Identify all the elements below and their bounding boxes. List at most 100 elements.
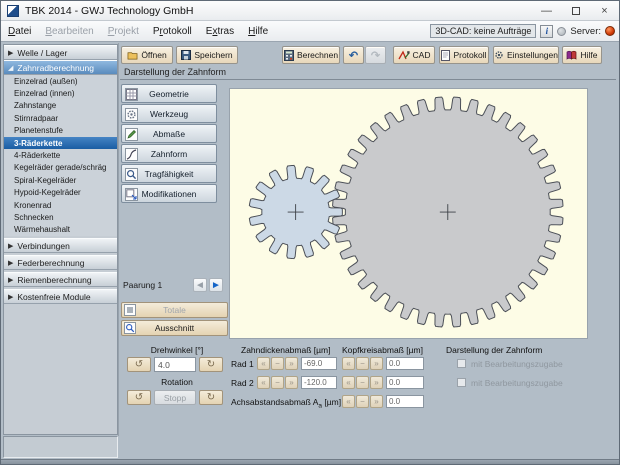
sidebar-item-kegelraeder[interactable]: Kegelräder gerade/schräg	[4, 162, 117, 174]
sidebar-item-4-raederkette[interactable]: 4-Räderkette	[4, 149, 117, 161]
achsabstand-input[interactable]	[386, 395, 424, 408]
modify-icon	[125, 188, 138, 201]
sidebar-item-zahnstange[interactable]: Zahnstange	[4, 100, 117, 112]
menu-bar: Datei Bearbeiten Projekt Pr otokoll Ex tra…	[1, 21, 619, 42]
reset-button[interactable]: −	[356, 376, 369, 389]
decrement-fast-button[interactable]: «	[342, 376, 355, 389]
rad2-zahndicke-spinner: « − »	[257, 376, 298, 389]
calculate-button[interactable]: Berechnen	[282, 46, 340, 64]
cad-status-box: 3D-CAD: keine Aufträge	[430, 24, 537, 38]
rad1-zahndicke-input[interactable]	[301, 357, 337, 370]
chevron-expanded-icon: ◢	[8, 64, 14, 72]
rotation-ccw-button[interactable]: ↺	[127, 390, 151, 405]
gear-icon	[495, 51, 503, 59]
tab-werkzeug[interactable]: Werkzeug	[121, 104, 217, 123]
menu-hilfe[interactable]: Hilfe	[241, 21, 275, 41]
sidebar-item-stirnradpaar[interactable]: Stirnradpaar	[4, 112, 117, 124]
rotation-cw-button[interactable]: ↻	[199, 390, 223, 405]
drehwinkel-input[interactable]	[154, 357, 196, 372]
calculator-icon	[283, 49, 294, 61]
menu-datei[interactable]: Datei	[1, 21, 38, 41]
decrement-fast-button[interactable]: «	[342, 395, 355, 408]
kopfkreis-header: Kopfkreisabmaß [µm]	[342, 345, 423, 355]
sidebar-item-planetenstufe[interactable]: Planetenstufe	[4, 125, 117, 137]
decrement-fast-button[interactable]: «	[257, 376, 270, 389]
rad2-kopfkreis-spinner: « − »	[342, 376, 383, 389]
title-bar: TBK 2014 - GWJ Technology GmbH — ×	[1, 1, 619, 21]
tool-gear-icon	[125, 108, 138, 121]
achsabstand-label: Achsabstandsabmaß Aa [µm]	[231, 397, 342, 410]
decrement-fast-button[interactable]: «	[342, 357, 355, 370]
sidebar-group-verbindungen[interactable]: ▶ Verbindungen	[4, 238, 117, 254]
maximize-icon	[571, 6, 580, 15]
minimize-button[interactable]: —	[532, 1, 561, 20]
sidebar-item-einzelrad-innen[interactable]: Einzelrad (innen)	[4, 87, 117, 99]
tab-tragfaehigkeit[interactable]: Tragfähigkeit	[121, 164, 217, 183]
increment-fast-button[interactable]: »	[370, 357, 383, 370]
sidebar-item-waermehaushalt[interactable]: Wärmehaushalt	[4, 224, 117, 236]
rotate-ccw-button[interactable]: ↺	[127, 357, 151, 372]
rad2-kopfkreis-input[interactable]	[386, 376, 424, 389]
decrement-fast-button[interactable]: «	[257, 357, 270, 370]
protokoll-button[interactable]: Protokoll	[439, 46, 489, 64]
reset-button[interactable]: −	[356, 395, 369, 408]
window-bottom-edge	[1, 459, 619, 464]
rotate-cw-button[interactable]: ↻	[199, 357, 223, 372]
menu-extras[interactable]: Ex tras	[199, 21, 241, 41]
close-button[interactable]: ×	[590, 1, 619, 20]
sidebar-item-spiral-kegelraeder[interactable]: Spiral-Kegelräder	[4, 174, 117, 186]
save-button[interactable]: Speichern	[176, 46, 238, 64]
menu-protokoll[interactable]: Pr otokoll	[146, 21, 199, 41]
undo-button[interactable]: ↶	[343, 46, 364, 64]
sidebar-item-3-raederkette[interactable]: 3-Räderkette	[4, 136, 117, 150]
chevron-right-icon: ▶	[8, 276, 14, 284]
sidebar-item-kronenrad[interactable]: Kronenrad	[4, 199, 117, 211]
sidebar-group-federberechnung[interactable]: ▶ Federberechnung	[4, 255, 117, 271]
info-button[interactable]: i	[540, 24, 554, 38]
ausschnitt-button[interactable]: Ausschnitt	[121, 320, 228, 336]
bearbeitungszugabe-label-2: mit Bearbeitungszugabe	[471, 378, 563, 388]
sidebar-item-einzelrad-aussen[interactable]: Einzelrad (außen)	[4, 75, 117, 87]
increment-fast-button[interactable]: »	[285, 376, 298, 389]
sidebar-group-zahnradberechnung[interactable]: ◢ Zahnradberechnung	[4, 60, 117, 75]
chevron-right-icon: ▶	[8, 49, 14, 57]
increment-fast-button[interactable]: »	[285, 357, 298, 370]
zahndicke-header: Zahndickenabmaß [µm]	[241, 345, 331, 355]
chevron-right-icon: ▶	[8, 293, 14, 301]
open-button[interactable]: Öffnen	[121, 46, 173, 64]
reset-button[interactable]: −	[356, 357, 369, 370]
stopp-button: Stopp	[154, 390, 196, 405]
rad1-kopfkreis-input[interactable]	[386, 357, 424, 370]
sidebar-group-welle-lager[interactable]: ▶ Welle / Lager	[4, 45, 117, 60]
pairing-next-button[interactable]: ►	[209, 278, 223, 292]
panel-divider	[118, 43, 119, 436]
bearbeitungszugabe-checkbox-1	[457, 359, 466, 368]
pairing-prev-button[interactable]: ◄	[193, 278, 207, 292]
maximize-button[interactable]	[561, 1, 590, 20]
gear-drawing-canvas[interactable]	[229, 88, 588, 339]
document-icon	[441, 49, 451, 61]
chevron-right-icon: ▶	[8, 259, 14, 267]
sidebar-item-schnecken[interactable]: Schnecken	[4, 211, 117, 223]
bearbeitungszugabe-label-1: mit Bearbeitungszugabe	[471, 359, 563, 369]
increment-fast-button[interactable]: »	[370, 395, 383, 408]
rad2-zahndicke-input[interactable]	[301, 376, 337, 389]
redo-icon: ↷	[370, 49, 381, 62]
settings-button[interactable]: Einstellungen	[493, 46, 559, 64]
achsabstand-spinner: « − »	[342, 395, 383, 408]
reset-button[interactable]: −	[271, 357, 284, 370]
tab-modifikationen[interactable]: Modifikationen	[121, 184, 217, 203]
help-button[interactable]: Hilfe	[562, 46, 602, 64]
sidebar-item-hypoid-kegelraeder[interactable]: Hypoid-Kegelräder	[4, 187, 117, 199]
increment-fast-button[interactable]: »	[370, 376, 383, 389]
tab-geometrie[interactable]: Geometrie	[121, 84, 217, 103]
sidebar-group-riemenberechnung[interactable]: ▶ Riemenberechnung	[4, 272, 117, 288]
cad-status-led	[557, 26, 567, 36]
rad2-label: Rad 2	[231, 378, 254, 388]
undo-icon: ↶	[348, 49, 359, 62]
tab-abmasse[interactable]: Abmaße	[121, 124, 217, 143]
reset-button[interactable]: −	[271, 376, 284, 389]
cad-button[interactable]: CAD	[393, 46, 435, 64]
sidebar-group-kostenfreie-module[interactable]: ▶ Kostenfreie Module	[4, 289, 117, 305]
tab-zahnform[interactable]: Zahnform	[121, 144, 217, 163]
